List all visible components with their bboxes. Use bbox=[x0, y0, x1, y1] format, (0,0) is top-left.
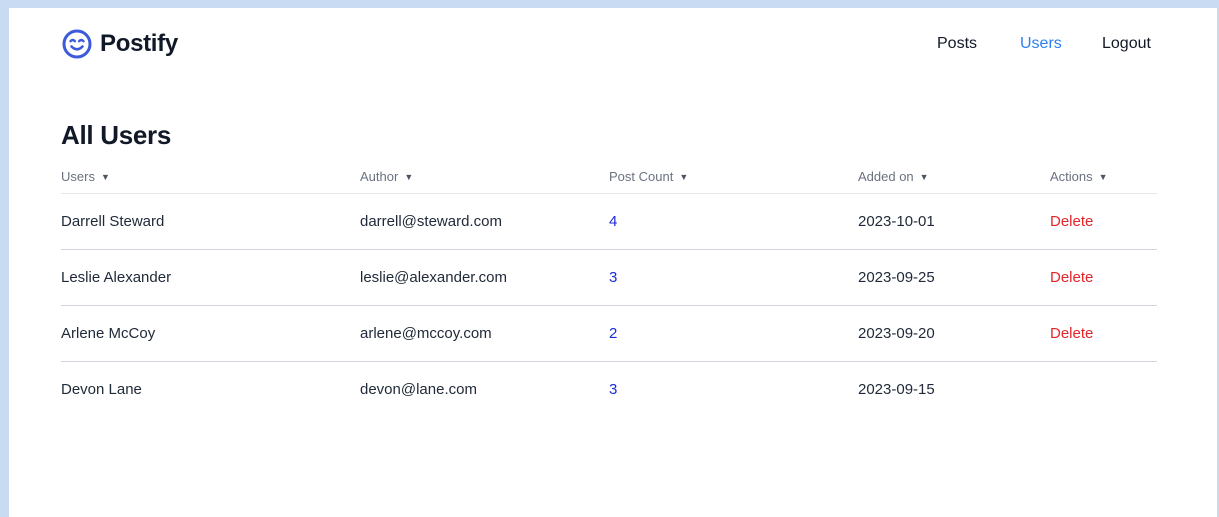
user-name: Darrell Steward bbox=[61, 193, 360, 250]
smile-icon bbox=[62, 29, 92, 59]
top-header: Postify Posts Users Logout bbox=[9, 8, 1217, 80]
page-title: All Users bbox=[61, 120, 172, 150]
nav-users-link[interactable]: Users bbox=[1020, 35, 1062, 53]
added-on-date: 2023-09-25 bbox=[858, 249, 1050, 306]
table-row: Devon Lane devon@lane.com 3 2023-09-15 bbox=[61, 362, 1157, 418]
column-header-users[interactable]: Users ▼ bbox=[61, 160, 360, 194]
added-on-date: 2023-10-01 bbox=[858, 193, 1050, 250]
post-count-cell: 4 bbox=[609, 193, 858, 250]
column-header-label: Actions bbox=[1050, 169, 1093, 184]
added-on-date: 2023-09-15 bbox=[858, 381, 935, 398]
app-window: Postify Posts Users Logout All Users Use… bbox=[9, 8, 1217, 517]
column-header-actions[interactable]: Actions ▼ bbox=[1050, 160, 1157, 194]
user-email: arlene@mccoy.com bbox=[360, 305, 609, 362]
user-name: Devon Lane bbox=[61, 381, 142, 398]
column-header-post-count[interactable]: Post Count ▼ bbox=[609, 160, 858, 194]
user-name: Leslie Alexander bbox=[61, 249, 360, 306]
post-count-link[interactable]: 4 bbox=[609, 213, 617, 230]
users-table: Users ▼ Author ▼ Post Count ▼ Added on ▼ Act… bbox=[61, 160, 1157, 417]
post-count-cell: 3 bbox=[609, 362, 858, 418]
column-header-added-on[interactable]: Added on ▼ bbox=[858, 160, 1050, 194]
post-count-link[interactable]: 3 bbox=[609, 381, 617, 398]
caret-down-icon: ▼ bbox=[404, 172, 414, 182]
delete-button[interactable]: Delete bbox=[1050, 269, 1093, 286]
user-email: leslie@alexander.com bbox=[360, 249, 609, 306]
actions-cell bbox=[1050, 362, 1157, 418]
actions-cell: Delete bbox=[1050, 193, 1157, 250]
actions-cell: Delete bbox=[1050, 305, 1157, 362]
post-count-link[interactable]: 3 bbox=[609, 269, 617, 286]
table-row: Arlene McCoy arlene@mccoy.com 2 2023-09-… bbox=[61, 305, 1157, 362]
caret-down-icon: ▼ bbox=[919, 172, 929, 182]
table-row: Darrell Steward darrell@steward.com 4 20… bbox=[61, 193, 1157, 250]
caret-down-icon: ▼ bbox=[1098, 172, 1108, 182]
table-row: Leslie Alexander leslie@alexander.com 3 … bbox=[61, 249, 1157, 306]
column-header-label: Author bbox=[360, 169, 399, 184]
user-email: darrell@steward.com bbox=[360, 193, 609, 250]
post-count-link[interactable]: 2 bbox=[609, 325, 617, 342]
user-email: devon@lane.com bbox=[360, 381, 477, 398]
delete-button[interactable]: Delete bbox=[1050, 213, 1093, 230]
brand-logo[interactable]: Postify bbox=[61, 28, 178, 60]
brand-name: Postify bbox=[100, 30, 178, 57]
post-count-cell: 3 bbox=[609, 249, 858, 306]
column-header-label: Added on bbox=[858, 169, 914, 184]
column-header-author[interactable]: Author ▼ bbox=[360, 160, 609, 194]
user-name: Arlene McCoy bbox=[61, 305, 360, 362]
column-header-label: Users bbox=[61, 169, 95, 184]
caret-down-icon: ▼ bbox=[100, 172, 110, 182]
added-on-date: 2023-09-20 bbox=[858, 305, 1050, 362]
nav-logout-link[interactable]: Logout bbox=[1102, 35, 1151, 53]
delete-button[interactable]: Delete bbox=[1050, 325, 1093, 342]
nav-posts-link[interactable]: Posts bbox=[937, 35, 977, 53]
actions-cell: Delete bbox=[1050, 249, 1157, 306]
table-header-row: Users ▼ Author ▼ Post Count ▼ Added on ▼ Act… bbox=[61, 160, 1157, 194]
caret-down-icon: ▼ bbox=[679, 172, 689, 182]
post-count-cell: 2 bbox=[609, 305, 858, 362]
column-header-label: Post Count bbox=[609, 169, 674, 184]
